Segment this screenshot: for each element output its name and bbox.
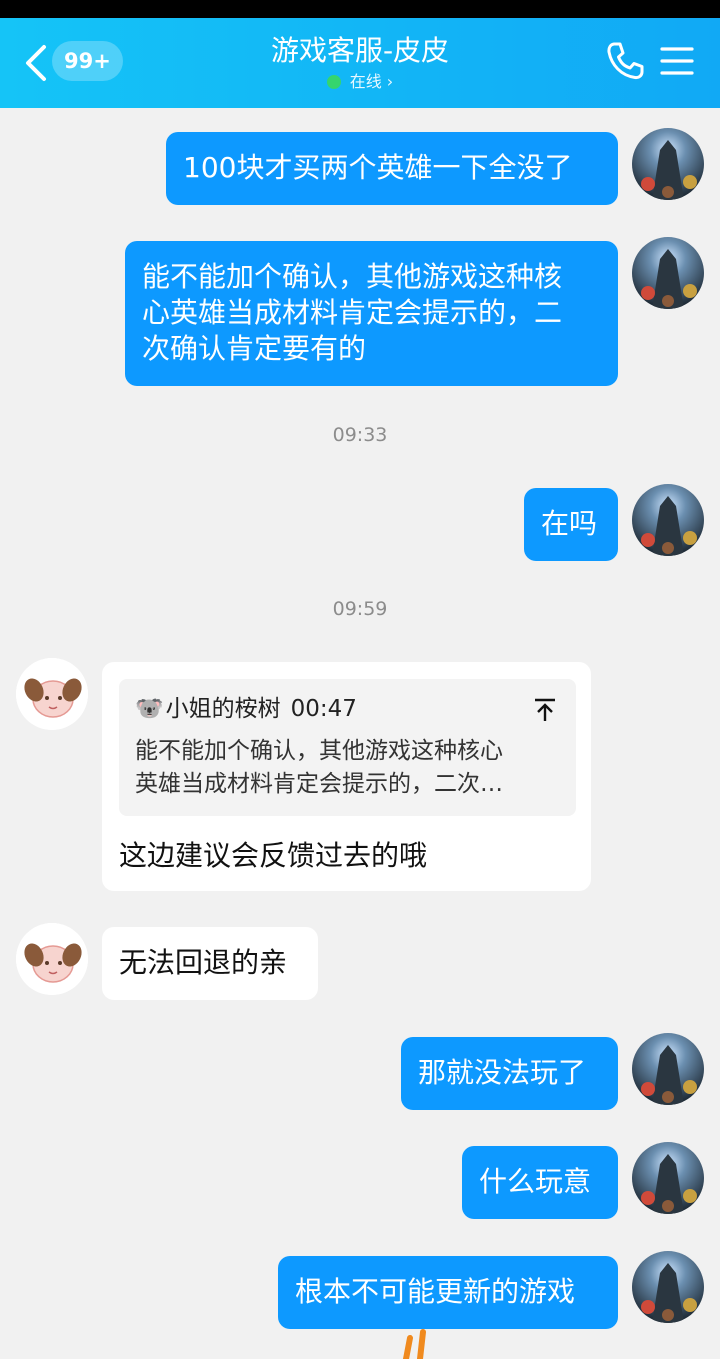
message-bubble-outgoing[interactable]: 100块才买两个英雄一下全没了 bbox=[166, 132, 618, 205]
quote-time: 00:47 bbox=[290, 696, 357, 722]
agent-avatar[interactable] bbox=[16, 658, 88, 730]
message-bubble-outgoing[interactable]: 能不能加个确认，其他游戏这种核 心英雄当成材料肯定会提示的，二 次确认肯定要有的 bbox=[125, 241, 618, 386]
self-avatar[interactable] bbox=[632, 1142, 704, 1214]
message-bubble-outgoing[interactable]: 那就没法玩了 bbox=[401, 1037, 618, 1110]
quote-line: 英雄当成材料肯定会提示的，二次… bbox=[135, 771, 503, 797]
chat-title-block[interactable]: 游戏客服-皮皮 在线 › bbox=[160, 32, 560, 94]
status-bar bbox=[0, 0, 720, 18]
message-bubble-outgoing[interactable]: 什么玩意 bbox=[462, 1146, 618, 1219]
message-timestamp: 09:33 bbox=[332, 424, 388, 446]
quoted-message[interactable]: 🐨 小姐的桉树 00:47 能不能加个确认，其他游戏这种核心 英雄当成材料肯定会… bbox=[119, 679, 576, 816]
self-avatar[interactable] bbox=[632, 1251, 704, 1323]
jump-to-original-icon[interactable] bbox=[532, 697, 558, 723]
message-line: 能不能加个确认，其他游戏这种核 bbox=[142, 260, 563, 293]
self-avatar[interactable] bbox=[632, 484, 704, 556]
message-timestamp: 09:59 bbox=[332, 598, 388, 620]
menu-icon[interactable] bbox=[660, 44, 694, 78]
self-avatar[interactable] bbox=[632, 237, 704, 309]
quote-line: 能不能加个确认，其他游戏这种核心 bbox=[135, 738, 503, 764]
agent-avatar[interactable] bbox=[16, 923, 88, 995]
phone-icon[interactable] bbox=[604, 40, 646, 82]
message-line: 心英雄当成材料肯定会提示的，二 bbox=[142, 296, 563, 329]
status-chevron-icon: › bbox=[386, 72, 394, 91]
reply-text: 这边建议会反馈过去的哦 bbox=[119, 839, 428, 872]
chat-header: 99+ 游戏客服-皮皮 在线 › bbox=[0, 18, 720, 108]
message-bubble-outgoing[interactable]: 根本不可能更新的游戏 bbox=[278, 1256, 618, 1329]
presence-status[interactable]: 在线 › bbox=[160, 70, 560, 94]
status-text: 在线 bbox=[349, 72, 382, 91]
online-dot-icon bbox=[326, 75, 341, 89]
self-avatar[interactable] bbox=[632, 128, 704, 200]
chevron-left-icon[interactable] bbox=[20, 42, 52, 84]
quote-author: 小姐的桉树 bbox=[165, 696, 281, 722]
sticker-fragment bbox=[403, 1329, 426, 1359]
message-line: 次确认肯定要有的 bbox=[142, 332, 367, 365]
quote-header: 🐨 小姐的桉树 00:47 bbox=[135, 693, 357, 725]
chat-title: 游戏客服-皮皮 bbox=[270, 34, 450, 67]
message-bubble-outgoing[interactable]: 在吗 bbox=[524, 488, 618, 561]
quote-text: 能不能加个确认，其他游戏这种核心 英雄当成材料肯定会提示的，二次… bbox=[135, 735, 555, 801]
koala-emoji: 🐨 bbox=[135, 696, 164, 722]
message-bubble-incoming[interactable]: 无法回退的亲 bbox=[102, 927, 318, 1000]
unread-badge[interactable]: 99+ bbox=[52, 41, 123, 81]
self-avatar[interactable] bbox=[632, 1033, 704, 1105]
